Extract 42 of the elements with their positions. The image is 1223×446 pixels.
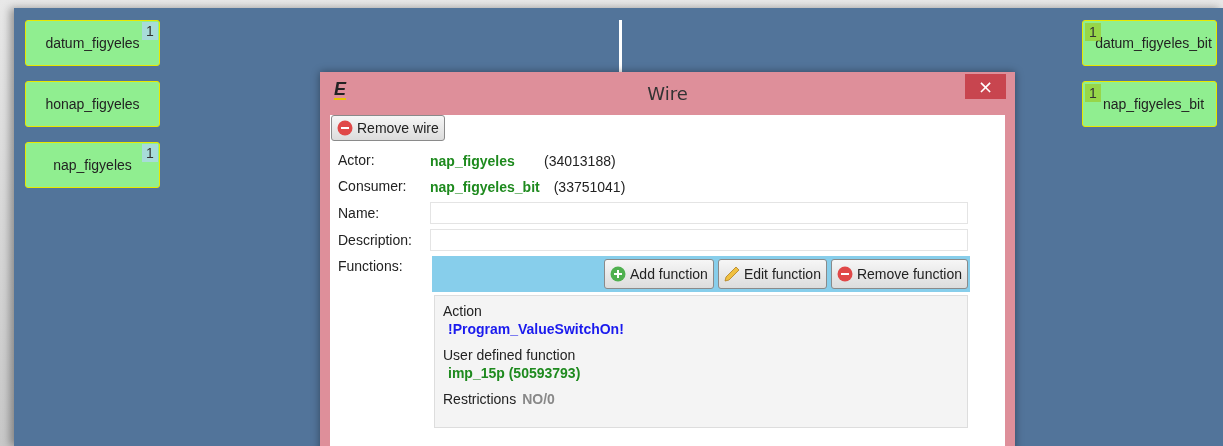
- close-button[interactable]: ×: [965, 74, 1006, 99]
- pencil-icon: [723, 266, 740, 282]
- actor-label: Actor:: [338, 151, 376, 170]
- consumer-node[interactable]: datum_figyeles_bit 1: [1082, 20, 1217, 66]
- description-field[interactable]: [430, 229, 968, 251]
- consumer-node[interactable]: nap_figyeles_bit 1: [1082, 81, 1217, 127]
- name-field[interactable]: [430, 202, 968, 224]
- remove-icon: [337, 120, 353, 136]
- udf-value: imp_15p (50593793): [447, 364, 582, 382]
- consumer-label: Consumer:: [338, 177, 408, 196]
- name-label: Name:: [338, 203, 381, 223]
- restrictions-label: Restrictions: [443, 390, 517, 408]
- actor-node[interactable]: honap_figyeles: [25, 81, 160, 127]
- count-badge: 1: [142, 144, 158, 162]
- node-label: nap_figyeles: [52, 156, 133, 174]
- add-icon: [610, 266, 627, 282]
- udf-label: User defined function: [443, 346, 577, 364]
- node-label: honap_figyeles: [44, 95, 141, 113]
- functions-label: Functions:: [338, 257, 404, 276]
- consumer-name: nap_figyeles_bit: [430, 178, 540, 195]
- window-title: Wire: [647, 83, 688, 104]
- actor-node[interactable]: nap_figyeles 1: [25, 142, 160, 188]
- remove-icon: [836, 266, 853, 282]
- app-logo: E: [334, 80, 346, 100]
- remove-function-button[interactable]: Remove function: [830, 259, 968, 289]
- edit-function-button[interactable]: Edit function: [717, 259, 827, 289]
- actor-node[interactable]: datum_figyeles 1: [25, 20, 160, 66]
- node-label: datum_figyeles: [44, 34, 141, 52]
- actor-id: (34013188): [544, 152, 616, 169]
- add-function-button[interactable]: Add function: [604, 259, 714, 289]
- restrictions-value: NO/0: [522, 390, 555, 408]
- consumer-id: (33751041): [553, 178, 626, 195]
- function-card[interactable]: Action !Program_ValueSwitchOn! User defined function imp_15p (50593793) Restrictions NO/0: [434, 295, 968, 428]
- count-badge: 1: [142, 22, 158, 40]
- description-label: Description:: [338, 230, 413, 250]
- count-badge: 1: [1085, 84, 1101, 102]
- node-label: nap_figyeles_bit: [1101, 95, 1206, 113]
- remove-wire-button[interactable]: Remove wire: [331, 115, 445, 141]
- action-label: Action: [443, 302, 483, 320]
- count-badge: 1: [1085, 23, 1101, 41]
- action-value: !Program_ValueSwitchOn!: [447, 320, 625, 338]
- actor-name: nap_figyeles: [430, 152, 516, 169]
